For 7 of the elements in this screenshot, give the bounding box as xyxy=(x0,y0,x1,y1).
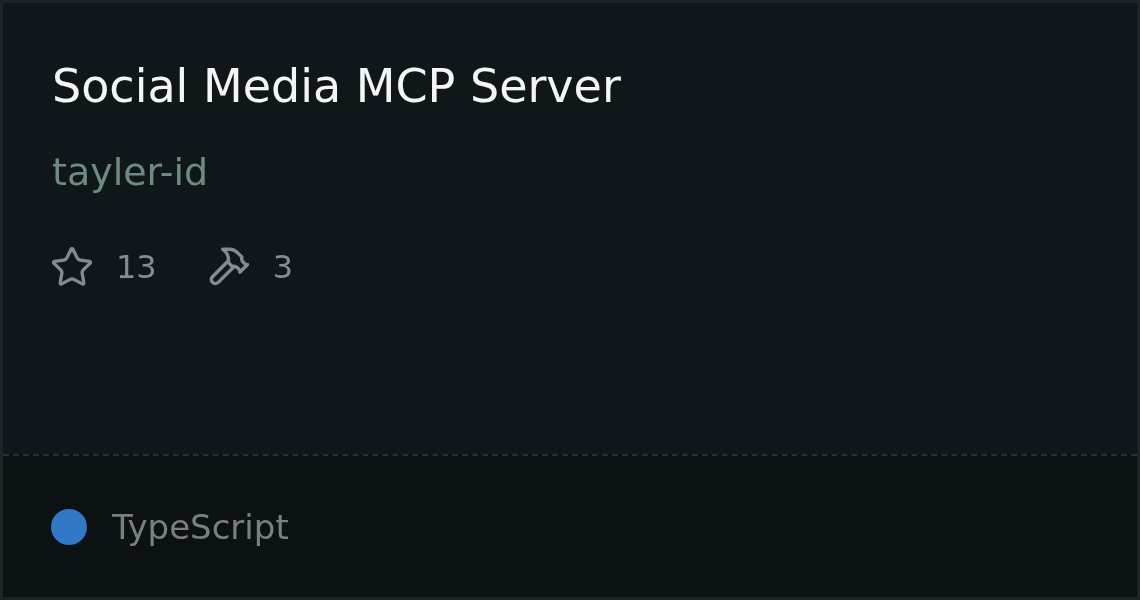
star-icon xyxy=(52,247,92,287)
author-name: tayler-id xyxy=(52,149,209,195)
card-title: Social Media MCP Server xyxy=(52,58,621,114)
hammer-icon xyxy=(208,247,249,287)
language-name: TypeScript xyxy=(112,505,289,548)
star-count: 13 xyxy=(116,247,157,287)
tool-count: 3 xyxy=(272,247,294,287)
